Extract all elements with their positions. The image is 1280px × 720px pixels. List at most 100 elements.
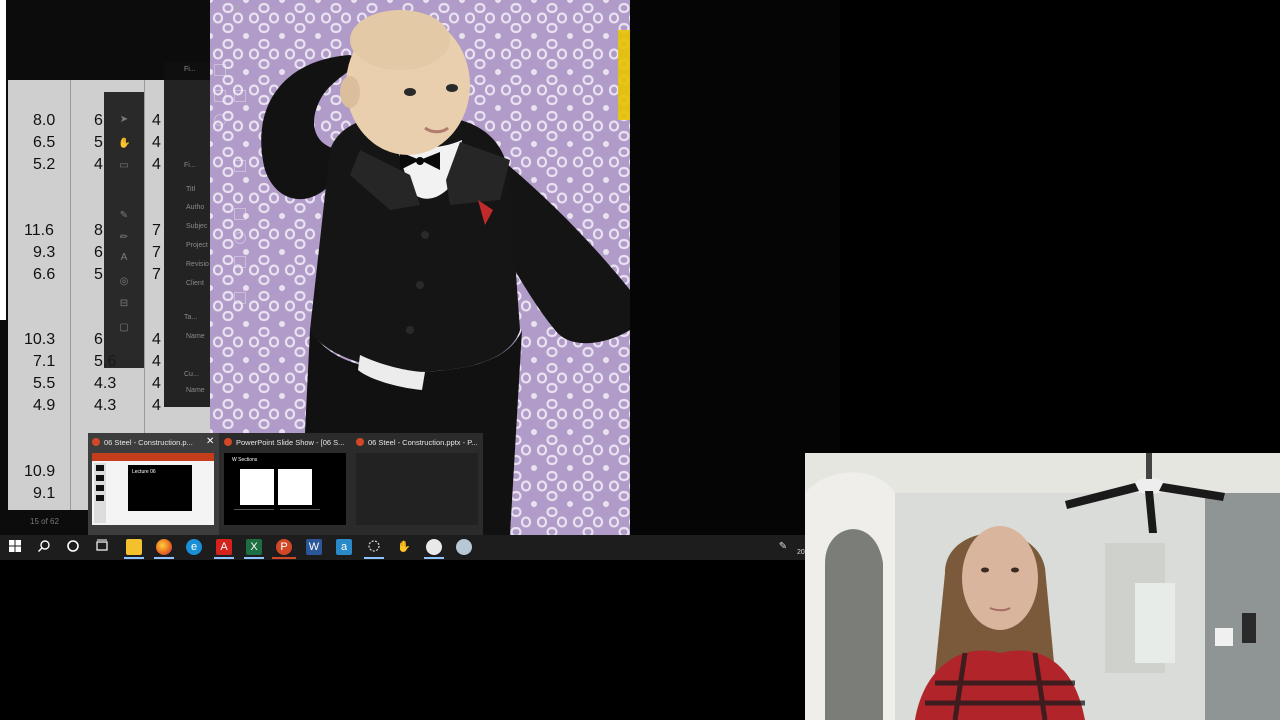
table-cell: 6	[94, 112, 103, 129]
table-cell: 10.9	[24, 463, 56, 480]
word-icon[interactable]: W	[306, 539, 322, 555]
firefox-icon[interactable]	[156, 539, 172, 555]
thumbnail-preview: Lecture 06	[92, 453, 214, 525]
table-cell: 4	[152, 375, 161, 392]
cortana-icon[interactable]	[65, 539, 81, 555]
thumbnail-preview: W Sections	[224, 453, 346, 525]
app-hands-icon[interactable]: ✋	[396, 539, 412, 555]
running-indicator	[214, 557, 234, 559]
thumbnail-slideshow[interactable]: PowerPoint Slide Show - [06 S... W Secti…	[220, 433, 351, 535]
table-cell: 4	[152, 134, 161, 151]
powerpoint-icon	[92, 438, 100, 446]
overlay-tool-icon[interactable]	[214, 114, 226, 126]
app-map-icon[interactable]	[426, 539, 442, 555]
running-indicator	[244, 557, 264, 559]
property-label: Name	[186, 387, 205, 394]
overlay-tool-icon[interactable]	[234, 208, 246, 220]
property-label: Ta...	[184, 314, 198, 321]
task-view-icon[interactable]	[94, 539, 110, 555]
overlay-tool-icon[interactable]	[234, 256, 246, 268]
app-a-icon[interactable]: a	[336, 539, 352, 555]
table-cell: 4.3	[94, 397, 117, 414]
table-cell: 4	[94, 156, 103, 173]
page-counter: 15 of 62	[30, 517, 59, 526]
pencil-icon[interactable]: ✏	[118, 232, 130, 244]
property-label: Fi...	[184, 66, 196, 73]
close-icon[interactable]: ✕	[232, 2, 241, 15]
table-cell: 6	[94, 244, 103, 261]
overlay-tool-icon[interactable]	[234, 90, 246, 102]
property-label: Project	[186, 242, 208, 249]
pen-tray-icon[interactable]: ✎	[775, 539, 791, 555]
table-cell: 5	[94, 266, 103, 283]
thumbnail-title: 06 Steel - Construction.p...	[104, 438, 193, 447]
close-icon[interactable]: ✕	[206, 436, 214, 447]
app-globe-icon[interactable]	[456, 539, 472, 555]
file-explorer-icon[interactable]	[126, 539, 142, 555]
powerpoint-icon	[356, 438, 364, 446]
property-label: Cu...	[184, 371, 199, 378]
measure-icon[interactable]: ⊟	[118, 298, 130, 310]
table-cell: 4.3	[94, 375, 117, 392]
property-label: Name	[186, 333, 205, 340]
table-cell: 7.1	[33, 353, 56, 370]
photo-overlay-toolbar	[212, 60, 246, 310]
table-cell: 5.2	[33, 156, 56, 173]
clock-fragment: 20	[797, 549, 805, 556]
property-label: Titl	[186, 186, 196, 193]
table-cell: 5	[94, 134, 103, 151]
table-cell: 6.5	[33, 134, 56, 151]
thumbnail-ppt-window[interactable]: 06 Steel - Construction.pptx - P...	[352, 433, 483, 535]
active-indicator	[272, 557, 296, 559]
table-cell: 4	[152, 156, 161, 173]
table-cell: 7	[152, 266, 161, 283]
edge-icon[interactable]: e	[186, 539, 202, 555]
table-cell: 6.6	[33, 266, 56, 283]
overlay-tool-icon[interactable]	[234, 232, 246, 244]
property-label: Autho	[186, 204, 205, 211]
table-cell: 10.3	[24, 331, 56, 348]
table-cell: 4	[152, 353, 161, 370]
text-select-icon[interactable]: ▭	[118, 160, 130, 172]
snipping-icon[interactable]	[366, 539, 382, 555]
running-indicator	[364, 557, 384, 559]
text-box-icon[interactable]: A	[118, 252, 130, 264]
running-indicator	[154, 557, 174, 559]
table-cell: 7	[152, 222, 161, 239]
overlay-tool-icon[interactable]	[234, 160, 246, 172]
running-indicator	[124, 557, 144, 559]
select-arrow-icon[interactable]: ➤	[118, 114, 130, 126]
property-label: Fi...	[184, 162, 196, 169]
thumbnail-title: 06 Steel - Construction.pptx - P...	[368, 438, 478, 447]
slide-heading: W Sections	[232, 457, 258, 463]
excel-icon[interactable]: X	[246, 539, 262, 555]
table-cell: 4	[152, 397, 161, 414]
table-cell: 4	[152, 331, 161, 348]
powerpoint-icon[interactable]: P	[276, 539, 292, 555]
windows-start-icon[interactable]	[7, 539, 23, 555]
acrobat-icon[interactable]: A	[216, 539, 232, 555]
thumbnail-ppt-editor[interactable]: 06 Steel - Construction.p... ✕ Lecture 0…	[88, 433, 219, 535]
property-label: Subjec	[186, 223, 208, 230]
property-label: Client	[186, 280, 204, 287]
column-divider	[70, 80, 71, 510]
highlight-icon[interactable]: ✎	[118, 210, 130, 222]
search-icon[interactable]	[36, 539, 52, 555]
windows-taskbar: e A X P W a ✋ ✎ 20	[0, 535, 805, 560]
table-cell: 4	[152, 112, 161, 129]
property-label: Revisio	[186, 261, 209, 268]
hand-tool-icon[interactable]: ✋	[118, 138, 130, 150]
overlay-tool-icon[interactable]	[214, 64, 226, 76]
table-cell: 9.3	[33, 244, 56, 261]
table-cell: 5.5	[33, 375, 56, 392]
table-cell: 9.1	[33, 485, 56, 502]
thumbnail-preview	[356, 453, 478, 525]
overlay-tool-icon[interactable]	[234, 292, 246, 304]
stamp-icon[interactable]: ◎	[118, 276, 130, 288]
left-edge-strip	[0, 0, 6, 320]
table-cell: 6	[94, 331, 103, 348]
overlay-tool-icon[interactable]	[214, 90, 226, 102]
webcam-feed	[805, 453, 1280, 720]
table-cell: 11.6	[24, 222, 54, 239]
comment-icon[interactable]: ▢	[118, 322, 130, 334]
